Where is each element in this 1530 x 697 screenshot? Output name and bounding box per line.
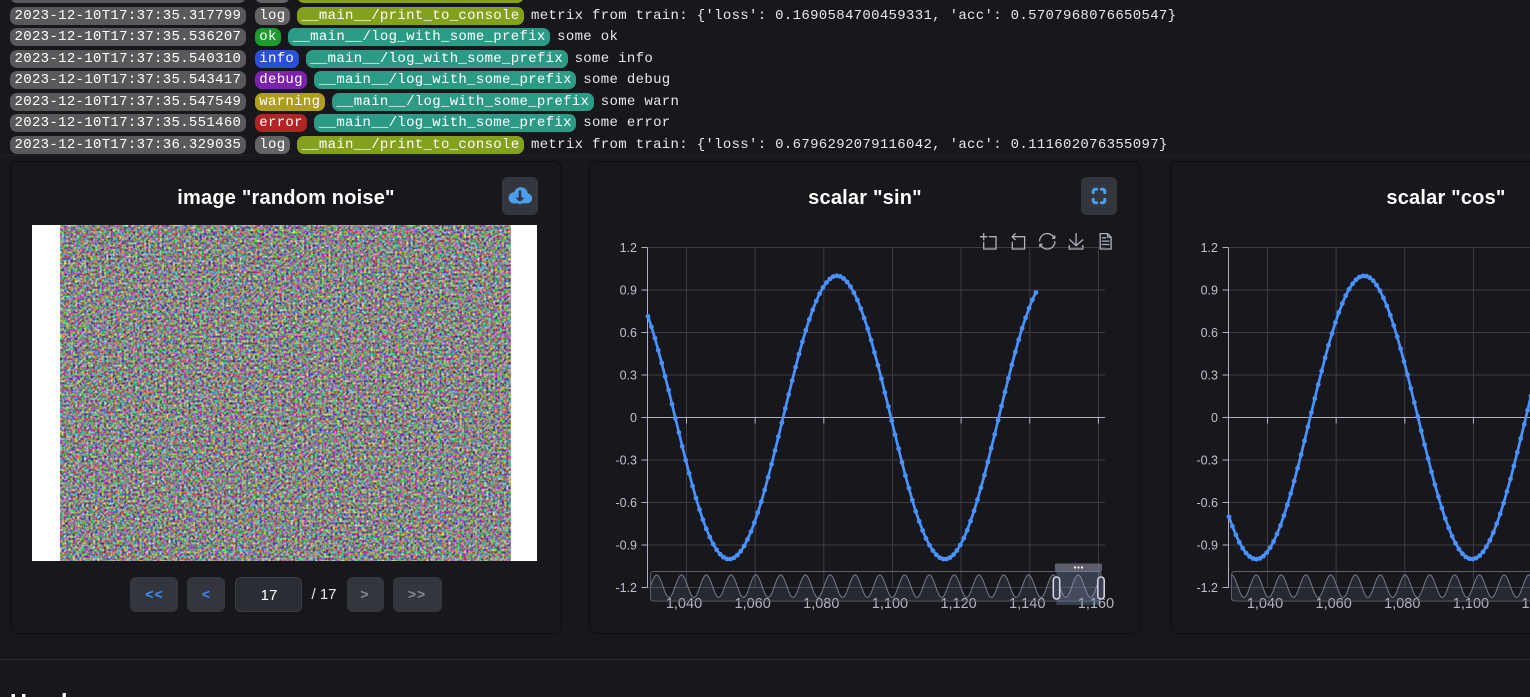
- svg-text:0.9: 0.9: [1201, 284, 1218, 298]
- svg-text:-1.2: -1.2: [1196, 581, 1218, 595]
- svg-text:-0.3: -0.3: [1196, 454, 1218, 468]
- svg-text:-0.6: -0.6: [1196, 496, 1218, 510]
- svg-text:0.3: 0.3: [1201, 369, 1218, 383]
- svg-text:-0.9: -0.9: [615, 539, 637, 553]
- svg-text:0.3: 0.3: [620, 369, 637, 383]
- svg-text:0.9: 0.9: [620, 284, 637, 298]
- svg-text:1.2: 1.2: [1201, 241, 1218, 255]
- svg-text:-0.3: -0.3: [615, 454, 637, 468]
- svg-text:0: 0: [630, 411, 637, 425]
- svg-text:0.6: 0.6: [620, 326, 637, 340]
- svg-text:0.6: 0.6: [1201, 326, 1218, 340]
- svg-text:-1.2: -1.2: [615, 581, 637, 595]
- svg-text:0: 0: [1211, 411, 1218, 425]
- svg-text:1.2: 1.2: [620, 241, 637, 255]
- svg-text:-0.6: -0.6: [615, 496, 637, 510]
- svg-text:-0.9: -0.9: [1196, 539, 1218, 553]
